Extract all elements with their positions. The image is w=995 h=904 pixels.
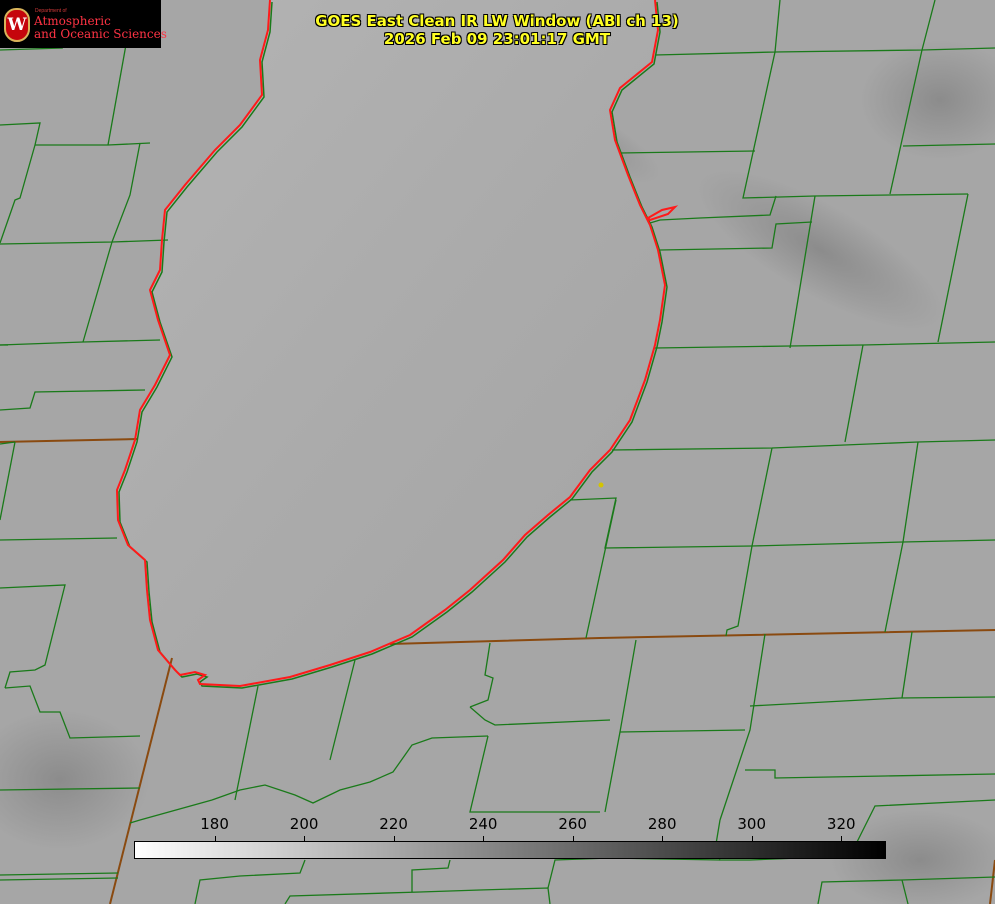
colorbar-tick-label-180: 180 bbox=[200, 815, 229, 833]
colorbar-tick-mark bbox=[662, 836, 664, 841]
image-title: GOES East Clean IR LW Window (ABI ch 13)… bbox=[262, 12, 732, 48]
title-line-1: GOES East Clean IR LW Window (ABI ch 13) bbox=[315, 12, 679, 30]
satellite-map[interactable] bbox=[0, 0, 995, 904]
uw-seal-icon: W bbox=[4, 8, 30, 42]
aos-logo: W Department of Atmospheric and Oceanic … bbox=[0, 0, 167, 48]
colorbar-tick-label-300: 300 bbox=[737, 815, 767, 833]
colorbar-tick-mark bbox=[304, 836, 306, 841]
colorbar-tick-mark bbox=[393, 836, 395, 841]
colorbar-tick-mark bbox=[483, 836, 485, 841]
colorbar-tick-label-260: 260 bbox=[558, 815, 587, 833]
colorbar-tick-label-200: 200 bbox=[289, 815, 319, 833]
colorbar-tick-mark bbox=[214, 836, 216, 841]
title-timestamp: 2026 Feb 09 23:01:17 GMT bbox=[383, 30, 611, 48]
station-marker-icon bbox=[598, 482, 604, 488]
logo-line-2: and Oceanic Sciences bbox=[34, 27, 167, 41]
colorbar-tick-mark bbox=[572, 836, 574, 841]
colorbar-tick-label-320: 320 bbox=[826, 815, 856, 833]
colorbar-tick-label-280: 280 bbox=[647, 815, 677, 833]
colorbar-tick-mark bbox=[751, 836, 753, 841]
temperature-colorbar bbox=[134, 841, 886, 859]
colorbar-tick-mark bbox=[841, 836, 843, 841]
colorbar-tick-label-240: 240 bbox=[468, 815, 498, 833]
colorbar-tick-label-220: 220 bbox=[379, 815, 408, 833]
